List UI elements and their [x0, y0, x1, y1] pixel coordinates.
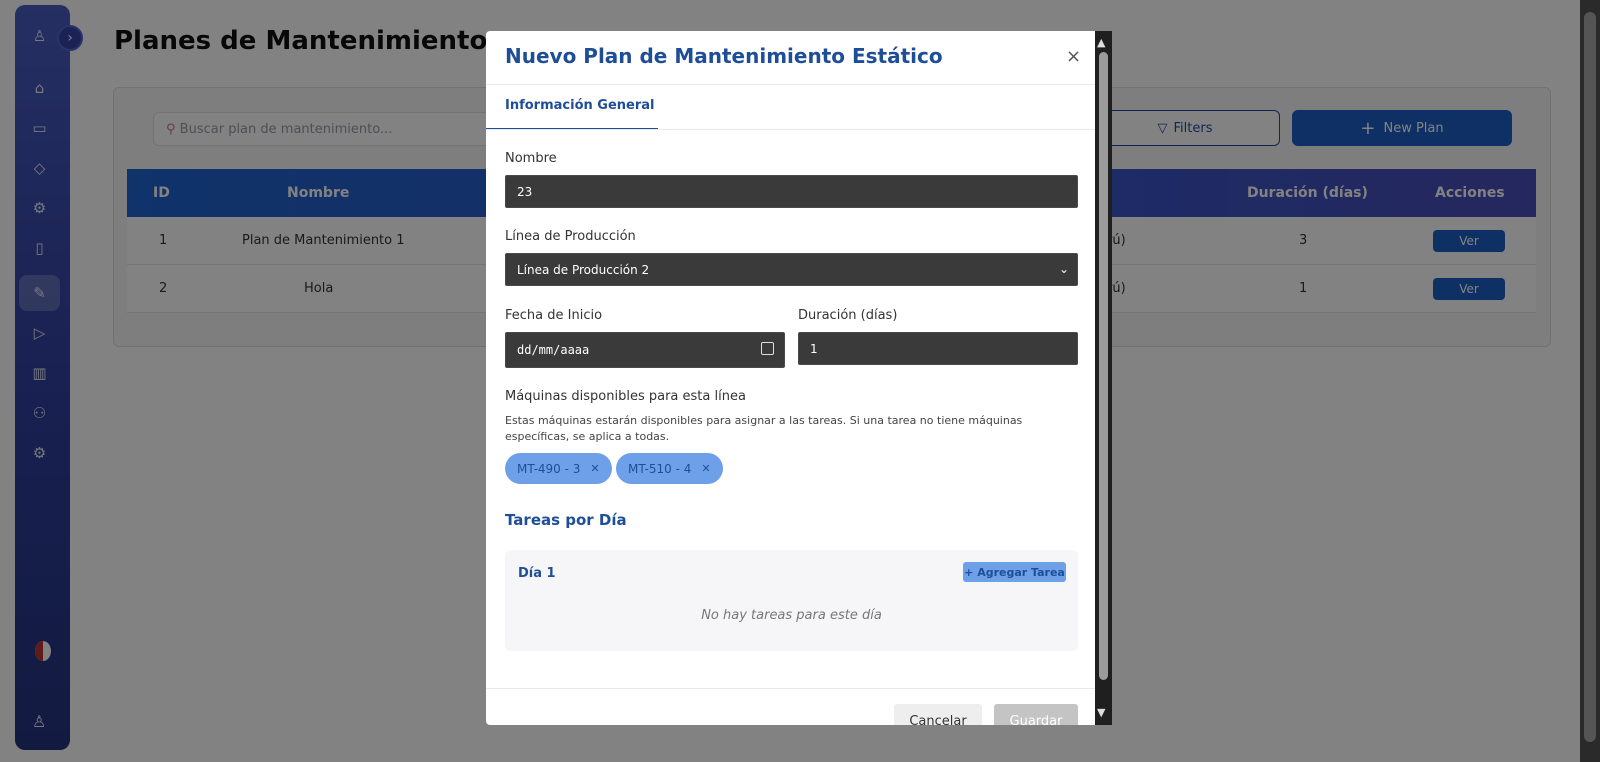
divider — [486, 688, 1095, 689]
page-scrollbar-thumb[interactable] — [1584, 12, 1596, 742]
production-line-value: Línea de Producción 2 — [517, 262, 650, 277]
close-icon[interactable]: × — [1066, 46, 1081, 67]
scroll-up-icon[interactable]: ▲ — [1097, 36, 1105, 49]
day-card: Día 1 + Agregar Tarea No hay tareas para… — [505, 550, 1078, 651]
machines-help-text: Estas máquinas estarán disponibles para … — [505, 414, 1023, 443]
production-line-select[interactable]: Línea de Producción 2 ⌄ — [505, 253, 1078, 286]
tab-general-info[interactable]: Información General — [505, 98, 654, 113]
modal-title: Nuevo Plan de Mantenimiento Estático — [505, 44, 943, 68]
new-plan-modal: Nuevo Plan de Mantenimiento Estático × I… — [486, 31, 1095, 725]
day-title: Día 1 — [518, 566, 556, 581]
modal-scrollbar-thumb[interactable] — [1099, 52, 1108, 680]
calendar-icon[interactable] — [761, 342, 774, 355]
save-button[interactable]: Guardar — [994, 704, 1078, 725]
start-date-placeholder: dd/mm/aaaa — [517, 343, 590, 357]
machines-label: Máquinas disponibles para esta línea — [505, 389, 746, 404]
remove-chip-icon[interactable]: ✕ — [701, 462, 710, 475]
remove-chip-icon[interactable]: ✕ — [590, 462, 599, 475]
tasks-section-title: Tareas por Día — [505, 511, 627, 529]
name-input[interactable]: 23 — [505, 175, 1078, 208]
divider — [486, 129, 1095, 130]
empty-tasks-text: No hay tareas para este día — [701, 608, 882, 623]
start-date-input[interactable]: dd/mm/aaaa — [505, 332, 785, 368]
add-task-button[interactable]: + Agregar Tarea — [963, 562, 1066, 582]
name-label: Nombre — [505, 151, 557, 166]
machine-chip-label: MT-490 - 3 — [517, 461, 581, 476]
divider — [486, 84, 1095, 85]
chevron-down-icon: ⌄ — [1058, 262, 1069, 276]
machine-chip: MT-510 - 4 ✕ — [616, 453, 723, 484]
scroll-down-icon[interactable]: ▼ — [1097, 706, 1105, 719]
machine-chip: MT-490 - 3 ✕ — [505, 453, 612, 484]
duration-input[interactable]: 1 — [798, 332, 1078, 365]
duration-label: Duración (días) — [798, 308, 898, 323]
machine-chip-label: MT-510 - 4 — [628, 461, 692, 476]
production-line-label: Línea de Producción — [505, 229, 636, 244]
start-date-label: Fecha de Inicio — [505, 308, 603, 323]
cancel-button[interactable]: Cancelar — [894, 704, 982, 725]
